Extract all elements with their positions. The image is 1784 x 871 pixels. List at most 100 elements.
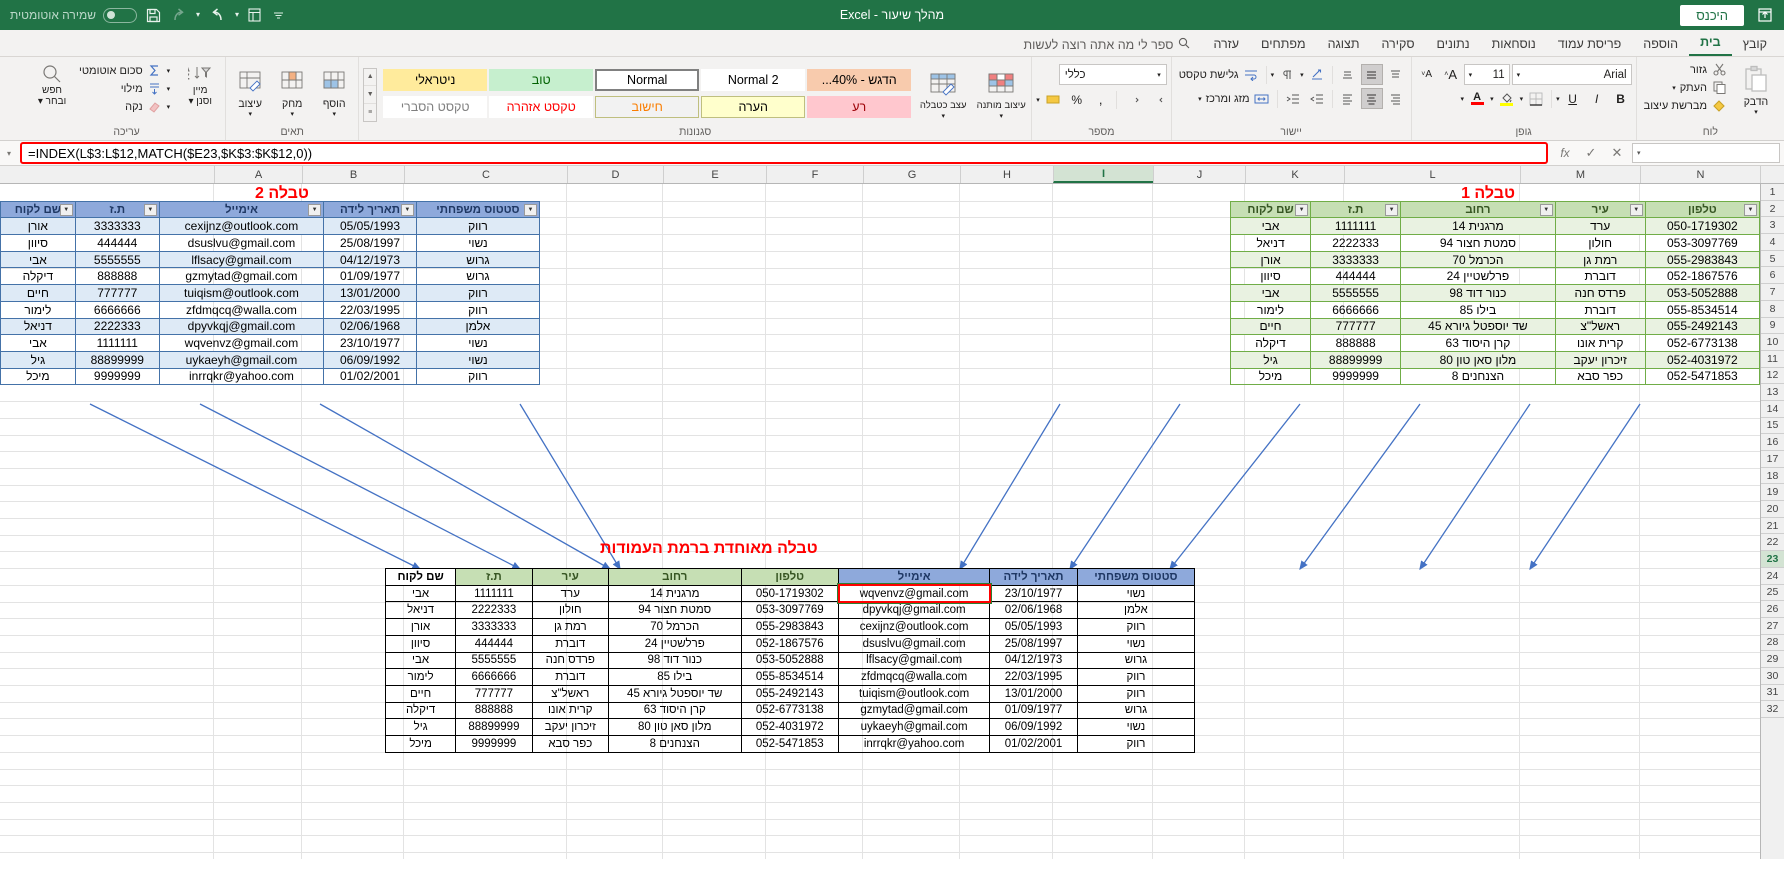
row-header-28[interactable]: 28 bbox=[1761, 634, 1784, 652]
cell-style-4[interactable]: ניטראלי bbox=[383, 68, 488, 91]
table-cell[interactable]: אבי bbox=[1229, 217, 1312, 236]
table-cell[interactable]: 052-5471853 bbox=[1644, 367, 1761, 386]
row-header-10[interactable]: 10 bbox=[1761, 334, 1784, 351]
table-cell[interactable]: 5555555 bbox=[1310, 284, 1402, 302]
merged-column-header[interactable]: שם לקוח bbox=[384, 568, 457, 586]
table-cell[interactable]: 25/08/1997 bbox=[323, 234, 417, 252]
table-cell[interactable]: פרדס חנה bbox=[1554, 284, 1646, 302]
row-header-8[interactable]: 8 bbox=[1761, 300, 1784, 318]
merged-table-row[interactable]: גרוש 04/12/1973 lflsacy@gmail.com 053-50528… bbox=[384, 651, 1196, 670]
merged-table-row[interactable]: רווק 01/02/2001 inrrqkr@yahoo.com 052-54718… bbox=[384, 734, 1196, 753]
merge-dropdown-icon[interactable]: ▾ bbox=[1198, 95, 1202, 103]
font-size-combobox[interactable]: ▾ 11 bbox=[1463, 64, 1510, 85]
column-header-cell[interactable]: ▼ עיר bbox=[1554, 200, 1646, 219]
row-header-23[interactable]: 23 bbox=[1761, 551, 1784, 568]
merged-table-cell[interactable]: 053-5052888 bbox=[740, 651, 839, 670]
ribbon-tab-3[interactable]: פריסת עמוד bbox=[1547, 33, 1633, 56]
underline-dropdown-icon[interactable]: ▾ bbox=[1556, 95, 1560, 103]
align-right-button[interactable] bbox=[1385, 88, 1407, 109]
row-header-18[interactable]: 18 bbox=[1761, 467, 1784, 485]
autosum-dropdown-icon[interactable]: ▾ bbox=[167, 67, 171, 75]
cell-style-0[interactable]: הדגש - 40%... bbox=[807, 68, 912, 91]
table-cell[interactable]: 01/09/1977 bbox=[323, 267, 417, 286]
font-name-combobox[interactable]: ▾ Arial bbox=[1511, 64, 1632, 85]
table-cell[interactable]: דניאל bbox=[1229, 234, 1312, 252]
decrease-decimal-button[interactable]: .00 bbox=[1145, 89, 1167, 110]
gallery-expand-icon[interactable]: ≡ bbox=[364, 104, 376, 121]
table-cell[interactable]: dsuslvu@gmail.com bbox=[158, 234, 325, 252]
table-cell[interactable]: גיל bbox=[1229, 350, 1312, 369]
table-cell[interactable]: נשוי bbox=[415, 350, 541, 369]
merged-table-cell[interactable]: דניאל bbox=[384, 601, 457, 620]
currency-button[interactable] bbox=[1042, 89, 1064, 110]
merged-column-header[interactable]: תאריך לידה bbox=[989, 568, 1078, 586]
merged-table-row[interactable]: נשוי 06/09/1992 uykaeyh@gmail.com 052-40319… bbox=[384, 718, 1196, 736]
table-row[interactable]: גרוש 01/09/1977 gzmytad@gmail.com 888888 דיק… bbox=[0, 267, 541, 286]
table-row[interactable]: 055-8534514 דוברת בילו 85 6666666 לימור bbox=[1229, 300, 1761, 319]
table-cell[interactable]: uykaeyh@gmail.com bbox=[158, 350, 325, 369]
tell-me-search[interactable]: ספר לי מה אתה רוצה לעשות bbox=[1011, 33, 1202, 56]
delete-dropdown-icon[interactable]: ▾ bbox=[290, 111, 294, 119]
align-left-button[interactable] bbox=[1337, 88, 1359, 109]
table-cell[interactable]: גרוש bbox=[415, 250, 541, 269]
table-cell[interactable]: זיכרון יעקב bbox=[1554, 350, 1646, 369]
ribbon-tab-0[interactable]: קובץ bbox=[1732, 33, 1778, 56]
table-cell[interactable]: 050-1719302 bbox=[1644, 217, 1761, 236]
merged-table-cell[interactable]: dpyvkqj@gmail.com bbox=[837, 601, 991, 620]
table-cell[interactable]: 23/10/1977 bbox=[323, 334, 417, 352]
merged-table-cell[interactable]: 055-8534514 bbox=[740, 668, 839, 686]
table-row[interactable]: 052-5471853 כפר סבא הצנחנים 8 9999999 מיכל bbox=[1229, 367, 1761, 386]
row-header-6[interactable]: 6 bbox=[1761, 267, 1784, 285]
autosum-button[interactable]: ▾ סכום אוטומטי bbox=[76, 62, 173, 79]
insert-cells-button[interactable]: הוסף ▾ bbox=[314, 63, 354, 121]
table-cell[interactable]: רווק bbox=[415, 300, 541, 319]
column-header-H[interactable]: H bbox=[960, 166, 1053, 183]
filter-button[interactable]: ▼ bbox=[1629, 203, 1643, 216]
font-color-button[interactable]: A bbox=[1466, 88, 1488, 109]
cf-dropdown-icon[interactable]: ▾ bbox=[999, 113, 1003, 121]
merged-table-cell[interactable]: 1111111 bbox=[455, 584, 533, 603]
column-header-I[interactable]: I bbox=[1053, 166, 1153, 183]
merged-table-cell[interactable]: כפר סבא bbox=[531, 734, 609, 753]
column-header-N[interactable]: N bbox=[1640, 166, 1760, 183]
filter-button[interactable]: ▼ bbox=[1385, 203, 1399, 216]
table-cell[interactable]: wqvenvz@gmail.com bbox=[158, 334, 325, 352]
conditional-formatting-button[interactable]: עיצוב מותנה ▾ bbox=[975, 66, 1027, 123]
table-cell[interactable]: 777777 bbox=[74, 284, 160, 302]
table-cell[interactable]: inrrqkr@yahoo.com bbox=[158, 367, 325, 386]
table-cell[interactable]: קרית אונו bbox=[1554, 334, 1646, 352]
table-cell[interactable]: אבי bbox=[0, 334, 76, 352]
column-header-L[interactable]: L bbox=[1344, 166, 1520, 183]
table-cell[interactable]: אבי bbox=[1229, 284, 1312, 302]
filter-button[interactable]: ▼ bbox=[400, 203, 414, 216]
table-cell[interactable]: פרלשטיין 24 bbox=[1400, 267, 1556, 286]
table-row[interactable]: 050-1719302 ערד מרגנית 14 1111111 אבי bbox=[1229, 217, 1761, 236]
fill-button[interactable]: ▾ מילוי bbox=[76, 80, 173, 97]
merged-table[interactable]: סטטוס משפחתי תאריך לידה אימייל טלפון רחוב עיר… bbox=[384, 568, 1196, 753]
row-header-7[interactable]: 7 bbox=[1761, 284, 1784, 301]
row-header-25[interactable]: 25 bbox=[1761, 584, 1784, 602]
merged-table-cell[interactable]: רווק bbox=[1076, 734, 1196, 753]
merged-table-cell[interactable]: קרית אונו bbox=[531, 701, 609, 720]
merged-table-row[interactable]: גרוש 01/09/1977 gzmytad@gmail.com 052-67731… bbox=[384, 701, 1196, 720]
column-header-cell[interactable]: ▼ ת.ז bbox=[1310, 200, 1402, 219]
table-cell[interactable]: דוברת bbox=[1554, 300, 1646, 319]
table-cell[interactable]: 6666666 bbox=[1310, 300, 1402, 319]
merged-table-cell[interactable]: רווק bbox=[1076, 618, 1196, 636]
column-header-cell[interactable]: ▼ ת.ז bbox=[74, 200, 160, 219]
ribbon-tab-9[interactable]: עזרה bbox=[1202, 33, 1250, 56]
merged-table-cell[interactable]: 9999999 bbox=[455, 734, 533, 753]
merged-table-cell[interactable]: 05/05/1993 bbox=[989, 618, 1078, 636]
table-cell[interactable]: 888888 bbox=[74, 267, 160, 286]
ribbon-tab-1[interactable]: בית bbox=[1689, 31, 1732, 56]
clear-dropdown-icon[interactable]: ▾ bbox=[167, 103, 171, 111]
fill-dropdown-icon[interactable]: ▾ bbox=[167, 85, 171, 93]
row-header-12[interactable]: 12 bbox=[1761, 367, 1784, 385]
table-row[interactable]: 053-3097769 חולון סמטת חצור 94 2222333 דניאל bbox=[1229, 234, 1761, 252]
table-cell[interactable]: חיים bbox=[1229, 317, 1312, 336]
table-cell[interactable]: סיוון bbox=[0, 234, 76, 252]
table-cell[interactable]: 3333333 bbox=[1310, 250, 1402, 269]
table-cell[interactable]: מרגנית 14 bbox=[1400, 217, 1556, 236]
table-cell[interactable]: dpyvkqj@gmail.com bbox=[158, 317, 325, 336]
column-header-cell[interactable]: ▼ שם לקוח bbox=[1229, 200, 1312, 219]
